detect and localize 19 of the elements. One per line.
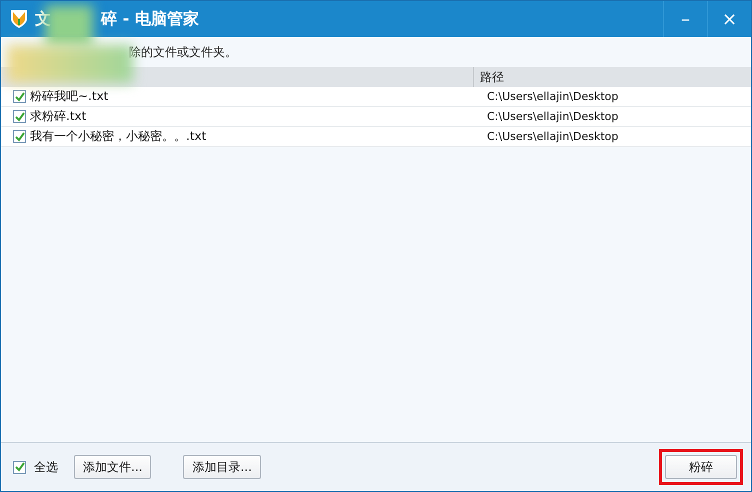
shred-button[interactable]: 粉碎 [665, 455, 737, 479]
window-title: 碎 - 电脑管家 [101, 8, 199, 30]
file-name: 我有一个小秘密，小秘密。。.txt [30, 128, 206, 145]
file-path: C:\Users\ellajin\Desktop [486, 130, 618, 143]
checkbox[interactable] [13, 460, 26, 474]
shield-logo-icon [9, 8, 29, 30]
checkbox[interactable] [13, 130, 26, 143]
column-header[interactable]: 路径 [480, 68, 504, 86]
hint-text: 除的文件或文件夹。 [129, 44, 237, 60]
file-name: 求粉碎.txt [30, 108, 86, 125]
checkbox[interactable] [13, 110, 26, 123]
window-title: 文 [35, 8, 51, 30]
file-name: 粉碎我吧~.txt [30, 88, 108, 105]
file-path: C:\Users\ellajin\Desktop [486, 110, 618, 123]
checkbox[interactable] [13, 90, 26, 103]
add-folder-button[interactable]: 添加目录... [183, 455, 261, 479]
file-path: C:\Users\ellajin\Desktop [486, 90, 618, 103]
select-all-label[interactable]: 全选 [34, 458, 58, 476]
add-file-button[interactable]: 添加文件... [74, 455, 152, 479]
